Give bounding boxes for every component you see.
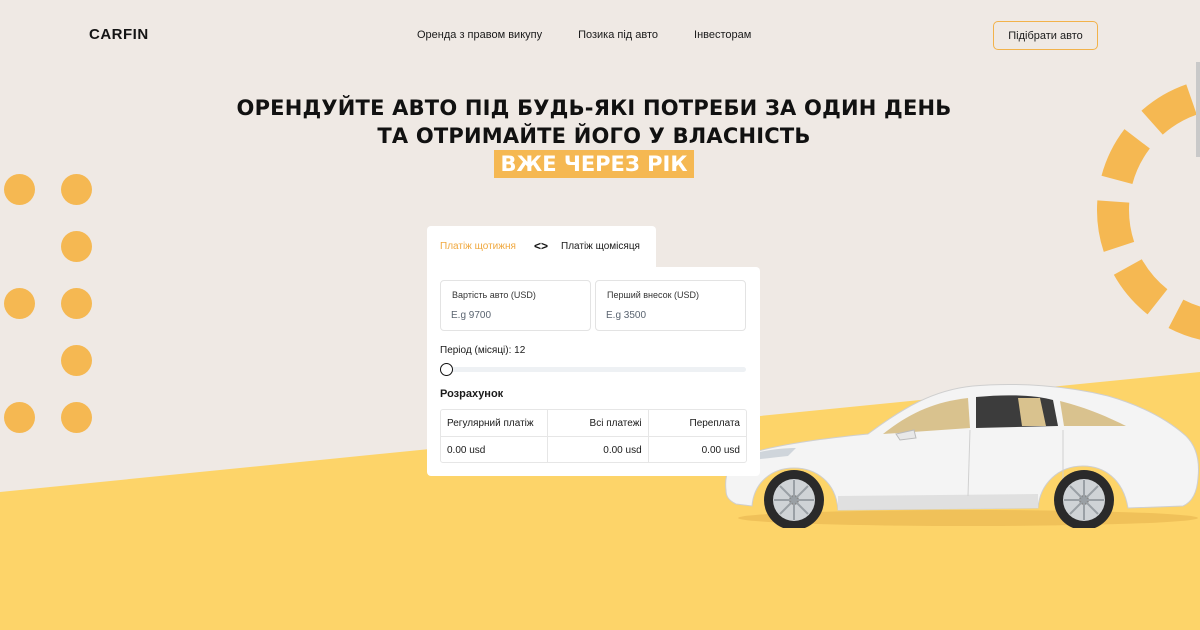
nav-link-lease[interactable]: Оренда з правом викупу	[417, 29, 542, 41]
table-header-row: Регулярний платіж Всі платежі Переплата	[441, 410, 746, 437]
calculator-card: Вартість авто (USD) Перший внесок (USD) …	[427, 267, 760, 476]
decorative-dot-icon	[4, 174, 35, 205]
hero-line-2: ТА ОТРИМАЙТЕ ЙОГО У ВЛАСНІСТЬ	[377, 124, 811, 148]
nav-link-loan[interactable]: Позика під авто	[578, 29, 658, 41]
hero-title: ОРЕНДУЙТЕ АВТО ПІД БУДЬ-ЯКІ ПОТРЕБИ ЗА О…	[0, 94, 1188, 178]
col-all-payments: Всі платежі	[548, 410, 649, 436]
down-payment-field: Перший внесок (USD)	[595, 280, 746, 331]
car-image	[725, 383, 1199, 528]
overpayment-value: 0.00 usd	[701, 445, 740, 456]
main-nav: Оренда з правом викупу Позика під авто І…	[417, 29, 787, 41]
decorative-dot-icon	[61, 402, 92, 433]
logo[interactable]: CARFIN	[89, 26, 149, 43]
car-price-field: Вартість авто (USD)	[440, 280, 591, 331]
col-overpayment: Переплата	[689, 417, 741, 429]
period-slider-track[interactable]	[440, 367, 746, 372]
hero-highlight: ВЖЕ ЧЕРЕЗ РІК	[494, 150, 694, 178]
calculation-title: Розрахунок	[440, 388, 504, 400]
nav-link-investors[interactable]: Інвесторам	[694, 29, 751, 41]
car-price-label: Вартість авто (USD)	[452, 290, 536, 300]
tab-monthly-payment[interactable]: Платіж щомісяця	[561, 241, 640, 252]
switch-arrows-icon[interactable]: <>	[534, 239, 548, 253]
down-payment-input[interactable]	[606, 305, 734, 325]
all-payments-value: 0.00 usd	[548, 437, 649, 462]
decorative-dot-icon	[61, 288, 92, 319]
table-row: 0.00 usd 0.00 usd 0.00 usd	[441, 437, 746, 462]
payment-tabs: Платіж щотижня <> Платіж щомісяця	[427, 226, 656, 270]
decorative-dot-icon	[61, 345, 92, 376]
hero-line-1: ОРЕНДУЙТЕ АВТО ПІД БУДЬ-ЯКІ ПОТРЕБИ ЗА О…	[236, 96, 952, 120]
tab-weekly-payment[interactable]: Платіж щотижня	[440, 241, 516, 252]
col-regular-payment: Регулярний платіж	[441, 410, 549, 436]
period-slider-handle[interactable]	[440, 363, 453, 376]
calculation-table: Регулярний платіж Всі платежі Переплата …	[440, 409, 747, 463]
decorative-dot-icon	[61, 231, 92, 262]
decorative-dot-icon	[61, 174, 92, 205]
regular-payment-value: 0.00 usd	[441, 437, 549, 462]
decorative-dot-icon	[4, 402, 35, 433]
car-price-input[interactable]	[451, 305, 579, 325]
period-label: Період (місяці): 12	[440, 345, 526, 356]
decorative-dot-icon	[4, 288, 35, 319]
site-header: CARFIN Оренда з правом викупу Позика під…	[0, 0, 1200, 70]
down-payment-label: Перший внесок (USD)	[607, 290, 700, 300]
page-scrollbar[interactable]	[1196, 62, 1200, 157]
choose-car-button[interactable]: Підібрати авто	[993, 21, 1098, 50]
